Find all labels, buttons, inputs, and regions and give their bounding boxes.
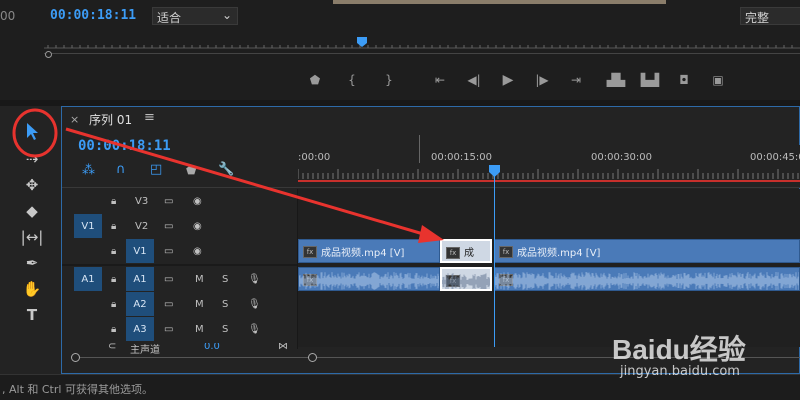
baidu-watermark: Baidu经验 jingyan.baidu.com: [612, 328, 798, 382]
status-text: , Alt 和 Ctrl 可获得其他选项。: [2, 383, 153, 396]
annotation-arrowhead: [418, 225, 444, 243]
highlight-circle: [12, 108, 58, 158]
annotation-arrow-line: [65, 127, 431, 238]
watermark-logo: Baidu经验: [612, 334, 746, 365]
watermark-url: jingyan.baidu.com: [620, 364, 740, 379]
